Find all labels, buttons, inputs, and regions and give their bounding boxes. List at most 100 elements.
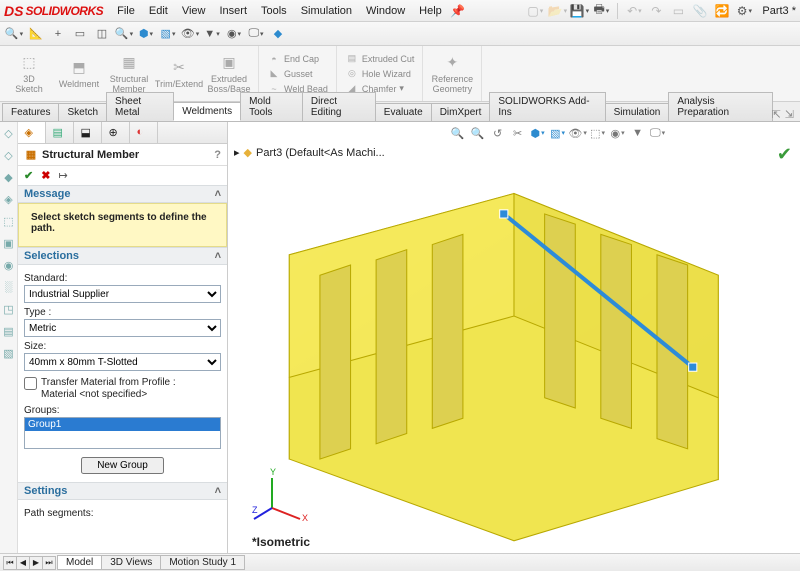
- tab-nav-next-icon[interactable]: ▶: [29, 556, 43, 570]
- endpoint-handle-2[interactable]: [689, 363, 697, 371]
- tab-direct-editing[interactable]: Direct Editing: [302, 92, 376, 121]
- leftcol-icon-6[interactable]: ▣: [2, 236, 16, 250]
- menu-help[interactable]: Help: [413, 3, 448, 19]
- leftcol-icon-2[interactable]: ◇: [2, 148, 16, 162]
- measure-icon[interactable]: 📐: [26, 24, 46, 44]
- tab-sheet-metal[interactable]: Sheet Metal: [106, 92, 174, 121]
- tab-weldments[interactable]: Weldments: [173, 102, 241, 121]
- evaluate-icon[interactable]: +: [48, 24, 68, 44]
- panel-cancel-button[interactable]: ✖: [41, 169, 50, 182]
- qat-open-icon[interactable]: 📂: [549, 3, 565, 19]
- view-triad[interactable]: Y X Z: [252, 463, 312, 523]
- panel-tab-appearance[interactable]: ◐: [130, 122, 158, 143]
- tab-nav-last-icon[interactable]: ⏭: [42, 556, 56, 570]
- tab-sketch[interactable]: Sketch: [58, 103, 107, 121]
- section-settings-head[interactable]: Settings˄: [18, 482, 227, 500]
- groups-listbox[interactable]: Group1: [24, 417, 221, 449]
- group-item-1[interactable]: Group1: [25, 418, 220, 431]
- qat-save-icon[interactable]: 💾: [571, 3, 587, 19]
- structural-member-icon: ▦: [24, 148, 38, 162]
- menu-window[interactable]: Window: [360, 3, 411, 19]
- leftcol-icon-7[interactable]: ◉: [2, 258, 16, 272]
- qat-options-icon[interactable]: ⚙: [736, 3, 752, 19]
- box-select-icon[interactable]: ▭: [70, 24, 90, 44]
- lasso-icon[interactable]: ◫: [92, 24, 112, 44]
- ribbon-3dsketch-button[interactable]: ⬚3D Sketch: [4, 48, 54, 100]
- graphics-viewport[interactable]: ▸ 🔍 🔍 ↺ ✂ ⬢ ▧ 👁 ⬚ ◉ ▼ 🖵 ▸ ◆ Part3 (Defau…: [228, 122, 800, 557]
- leftcol-icon-11[interactable]: ▧: [2, 346, 16, 360]
- appearance-icon[interactable]: ◉: [224, 24, 244, 44]
- ribbon-endcap-button[interactable]: ◓End Cap: [267, 52, 328, 66]
- leftcol-icon-1[interactable]: ◇: [2, 126, 16, 140]
- type-select[interactable]: Metric: [24, 319, 221, 337]
- tab-dimxpert[interactable]: DimXpert: [431, 103, 491, 121]
- filter-icon[interactable]: ▼: [202, 24, 222, 44]
- panel-pushpin-icon[interactable]: ↦: [58, 169, 67, 182]
- section-message-head[interactable]: Message˄: [18, 185, 227, 203]
- tab-mold-tools[interactable]: Mold Tools: [240, 92, 303, 121]
- panel-ok-button[interactable]: ✔: [24, 169, 33, 182]
- ribbon-gusset-button[interactable]: ◣Gusset: [267, 67, 328, 81]
- qat-print-icon[interactable]: 🖶: [593, 3, 609, 19]
- endpoint-handle-1[interactable]: [500, 210, 508, 218]
- ribbon-extruded-cut-button[interactable]: ▤Extruded Cut: [345, 52, 415, 66]
- tab-evaluate[interactable]: Evaluate: [375, 103, 432, 121]
- new-group-button[interactable]: New Group: [81, 457, 164, 474]
- panel-tab-sensor[interactable]: ⊕: [102, 122, 130, 143]
- tab-nav-prev-icon[interactable]: ◀: [16, 556, 30, 570]
- menu-edit[interactable]: Edit: [143, 3, 174, 19]
- tab-features[interactable]: Features: [2, 103, 59, 121]
- size-select[interactable]: 40mm x 80mm T-Slotted: [24, 353, 221, 371]
- menu-insert[interactable]: Insert: [213, 3, 253, 19]
- leftcol-icon-8[interactable]: ░: [2, 280, 16, 294]
- visibility-icon[interactable]: 👁: [180, 24, 200, 44]
- panel-tab-display[interactable]: ⬓: [74, 122, 102, 143]
- leftcol-icon-4[interactable]: ◈: [2, 192, 16, 206]
- tab-simulation-tab[interactable]: Simulation: [605, 103, 670, 121]
- tabstrip-collapse-icon[interactable]: ⇱: [772, 108, 781, 121]
- qat-select-icon[interactable]: ▭: [670, 3, 686, 19]
- logo-mark: DS: [4, 3, 23, 19]
- panel-tab-feature[interactable]: ◈: [18, 122, 46, 143]
- bottom-tab-3dviews[interactable]: 3D Views: [101, 555, 161, 570]
- qat-redo-icon[interactable]: ↷: [648, 3, 664, 19]
- transfer-material-checkbox[interactable]: [24, 377, 37, 390]
- tab-nav-first-icon[interactable]: ⏮: [3, 556, 17, 570]
- tabstrip-expand-icon[interactable]: ⇲: [785, 108, 794, 121]
- panel-tab-config[interactable]: ▤: [46, 122, 74, 143]
- menu-file[interactable]: File: [111, 3, 141, 19]
- qat-attach-icon[interactable]: 📎: [692, 3, 708, 19]
- search-icon[interactable]: 🔍: [4, 24, 24, 44]
- bottom-tab-model[interactable]: Model: [57, 555, 102, 570]
- tab-addins[interactable]: SOLIDWORKS Add-Ins: [489, 92, 605, 121]
- cube-icon[interactable]: ▧: [158, 24, 178, 44]
- leftcol-icon-5[interactable]: ⬚: [2, 214, 16, 228]
- message-text: Select sketch segments to define the pat…: [25, 208, 220, 238]
- panel-help-icon[interactable]: ?: [214, 149, 221, 161]
- leftcol-icon-3[interactable]: ◆: [2, 170, 16, 184]
- ribbon-reference-geometry-button[interactable]: ✦Reference Geometry: [427, 48, 477, 100]
- zoom-icon[interactable]: 🔍: [114, 24, 134, 44]
- bottom-tab-motionstudy[interactable]: Motion Study 1: [160, 555, 245, 570]
- standard-select[interactable]: Industrial Supplier: [24, 285, 221, 303]
- qat-undo-icon[interactable]: ↶: [626, 3, 642, 19]
- solid-icon[interactable]: ⬢: [136, 24, 156, 44]
- menu-pushpin-icon[interactable]: 📌: [450, 3, 466, 19]
- menu-items: File Edit View Insert Tools Simulation W…: [111, 3, 466, 19]
- leftcol-icon-9[interactable]: ◳: [2, 302, 16, 316]
- leftcol-icon-10[interactable]: ▤: [2, 324, 16, 338]
- ribbon-hole-wizard-button[interactable]: ◎Hole Wizard: [345, 67, 415, 81]
- logo-text: SOLIDWORKS: [25, 4, 103, 18]
- tab-analysis-prep[interactable]: Analysis Preparation: [668, 92, 772, 121]
- menu-simulation[interactable]: Simulation: [295, 3, 358, 19]
- qat-new-icon[interactable]: ▢: [527, 3, 543, 19]
- path-segments-label: Path segments:: [24, 508, 221, 519]
- section-selections-head[interactable]: Selections˄: [18, 247, 227, 265]
- menu-tools[interactable]: Tools: [255, 3, 293, 19]
- qat-rebuild-icon[interactable]: 🔁: [714, 3, 730, 19]
- extcut-icon: ▤: [345, 52, 359, 66]
- shaded-icon[interactable]: ◆: [268, 24, 288, 44]
- display-icon[interactable]: 🖵: [246, 24, 266, 44]
- ribbon-weldment-button[interactable]: ⬒Weldment: [54, 48, 104, 100]
- menu-view[interactable]: View: [176, 3, 212, 19]
